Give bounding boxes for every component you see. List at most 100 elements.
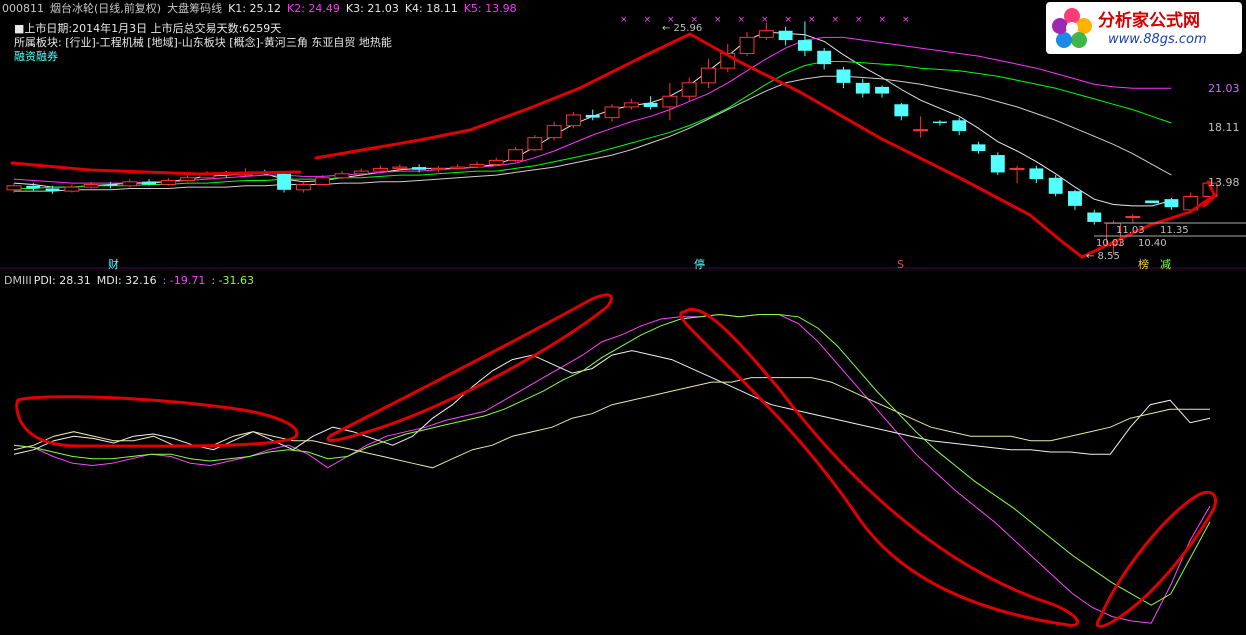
candle-body-up <box>546 125 562 139</box>
top-x-marker: × <box>855 15 863 25</box>
candle-body-down <box>103 184 118 186</box>
candle-body-up <box>1009 167 1025 170</box>
top-x-marker: × <box>738 15 746 25</box>
site-logo[interactable]: 分析家公式网 www.88gs.com <box>1046 2 1242 54</box>
candle-body-down <box>412 167 427 170</box>
top-x-marker: × <box>832 15 840 25</box>
annotation-ellipse <box>679 307 1080 627</box>
top-x-marker: × <box>902 15 910 25</box>
top-x-marker: × <box>879 15 887 25</box>
candle-body-up <box>623 102 639 108</box>
candle-body-down <box>797 40 812 51</box>
candle-body-down <box>1048 177 1063 194</box>
candle-body-down <box>836 69 851 83</box>
candle-body-up <box>565 114 581 127</box>
annotation-trend-line <box>10 161 302 176</box>
candle-body-up <box>295 183 311 191</box>
k5-value: K5: 13.98 <box>463 2 517 15</box>
dmi-v3: : -19.71 <box>162 274 206 287</box>
dmi-name: DMIII <box>4 274 32 287</box>
candle-body-up <box>373 167 388 172</box>
candle-body-up <box>160 179 176 185</box>
top-x-marker: × <box>691 15 699 25</box>
candle-body-down <box>1068 191 1082 206</box>
candle-body-up <box>758 30 774 38</box>
dmi-header: DMIII PDI: 28.31 MDI: 32.16 : -19.71 : -31.6… <box>4 274 260 287</box>
chart-stage: 21.03 18.11 13.98 ← 25.96 11.03 11.35 10.03 10.… <box>0 0 1246 631</box>
mdi-value: MDI: 32.16 <box>96 274 157 287</box>
indicator-name: 大盘筹码线 <box>167 2 223 15</box>
top-x-marker: × <box>714 15 722 25</box>
top-x-marker: × <box>808 15 816 25</box>
event-marker: 减 <box>1160 258 1171 271</box>
candle-body-down <box>142 181 156 185</box>
event-marker: S <box>897 258 904 271</box>
event-marker: 榜 <box>1138 257 1149 271</box>
price-note-label: 10.03 <box>1096 238 1125 249</box>
stock-name: 烟台冰轮(日线,前复权) <box>50 2 162 15</box>
candle-body-up <box>315 177 331 185</box>
candle-body-up <box>681 82 697 97</box>
kline-chart: 21.0318.1113.98← 25.9611.03 11.3510.03 10.… <box>0 15 1246 628</box>
candle-body-down <box>643 102 658 107</box>
dmi-line-pdi <box>13 313 1211 624</box>
k1-value: K1: 25.12 <box>228 2 281 15</box>
annotation-ellipse <box>326 293 613 442</box>
candle-body-down <box>277 173 292 190</box>
dmi-line-adx <box>13 313 1211 606</box>
candle-body-up <box>180 177 196 181</box>
candle-body-down <box>1145 200 1160 204</box>
top-x-marker: × <box>667 15 675 25</box>
pdi-value: PDI: 28.31 <box>33 274 91 287</box>
k2-value: K2: 24.49 <box>287 2 340 15</box>
annotation-trend-line <box>314 32 692 160</box>
k3-value: K3: 21.03 <box>345 2 399 15</box>
k4-value: K4: 18.11 <box>404 2 458 15</box>
annotation-trend-line <box>688 32 1084 259</box>
candle-body-up <box>450 166 466 169</box>
candle-body-up <box>392 166 408 169</box>
candle-body-down <box>1029 168 1044 180</box>
price-note-label: 10.40 <box>1138 238 1167 249</box>
candle-body-down <box>932 121 947 123</box>
top-x-marker: × <box>620 15 628 25</box>
top-x-marker: × <box>785 15 793 25</box>
candle-body-up <box>527 137 543 151</box>
candle-body-up <box>122 181 138 187</box>
candle-body-down <box>778 30 793 41</box>
candle-body-down <box>585 114 600 118</box>
margin-trading-link[interactable]: 融资融券 <box>14 50 58 63</box>
sector-info: 所属板块: [行业]-工程机械 [地域]-山东板块 [概念]-黄河三角 东亚自贸… <box>14 36 392 49</box>
event-marker: 财 <box>108 257 119 271</box>
price-axis-label: 13.98 <box>1208 176 1240 189</box>
candle-body-down <box>1164 199 1179 208</box>
list-date: ■上市日期:2014年1月3日 上市后总交易天数:6259天 <box>14 22 282 35</box>
candle-body-up <box>1125 216 1141 219</box>
price-axis-label: 18.11 <box>1208 121 1240 134</box>
logo-url: www.88gs.com <box>1108 32 1207 47</box>
top-x-marker: × <box>644 15 652 25</box>
annotation-ellipse <box>15 395 299 448</box>
event-marker: 停 <box>694 257 705 271</box>
price-note-label: 11.03 <box>1116 225 1145 236</box>
candle-body-up <box>64 186 80 192</box>
candle-body-up <box>604 106 620 119</box>
candle-body-up <box>913 129 929 132</box>
candle-body-down <box>971 144 986 152</box>
main-header: 000811 烟台冰轮(日线,前复权) 大盘筹码线 K1: 25.12 K2: 24.4… <box>2 2 523 15</box>
price-note-label: 11.35 <box>1160 225 1189 236</box>
candle-body-up <box>701 67 716 84</box>
candle-body-up <box>508 149 523 161</box>
candle-body-down <box>952 120 967 131</box>
stock-code: 000811 <box>2 2 44 15</box>
candle-body-up <box>353 170 369 175</box>
top-x-marker: × <box>761 15 769 25</box>
candle-body-up <box>334 173 350 179</box>
candle-body-down <box>894 104 909 117</box>
candle-body-down <box>855 82 870 94</box>
candle-body-up <box>662 95 678 108</box>
candle-body-down <box>875 86 890 94</box>
candle-body-up <box>469 163 485 168</box>
dmi-line-pdimdi <box>13 377 1210 469</box>
dmi-v4: : -31.63 <box>211 274 254 287</box>
